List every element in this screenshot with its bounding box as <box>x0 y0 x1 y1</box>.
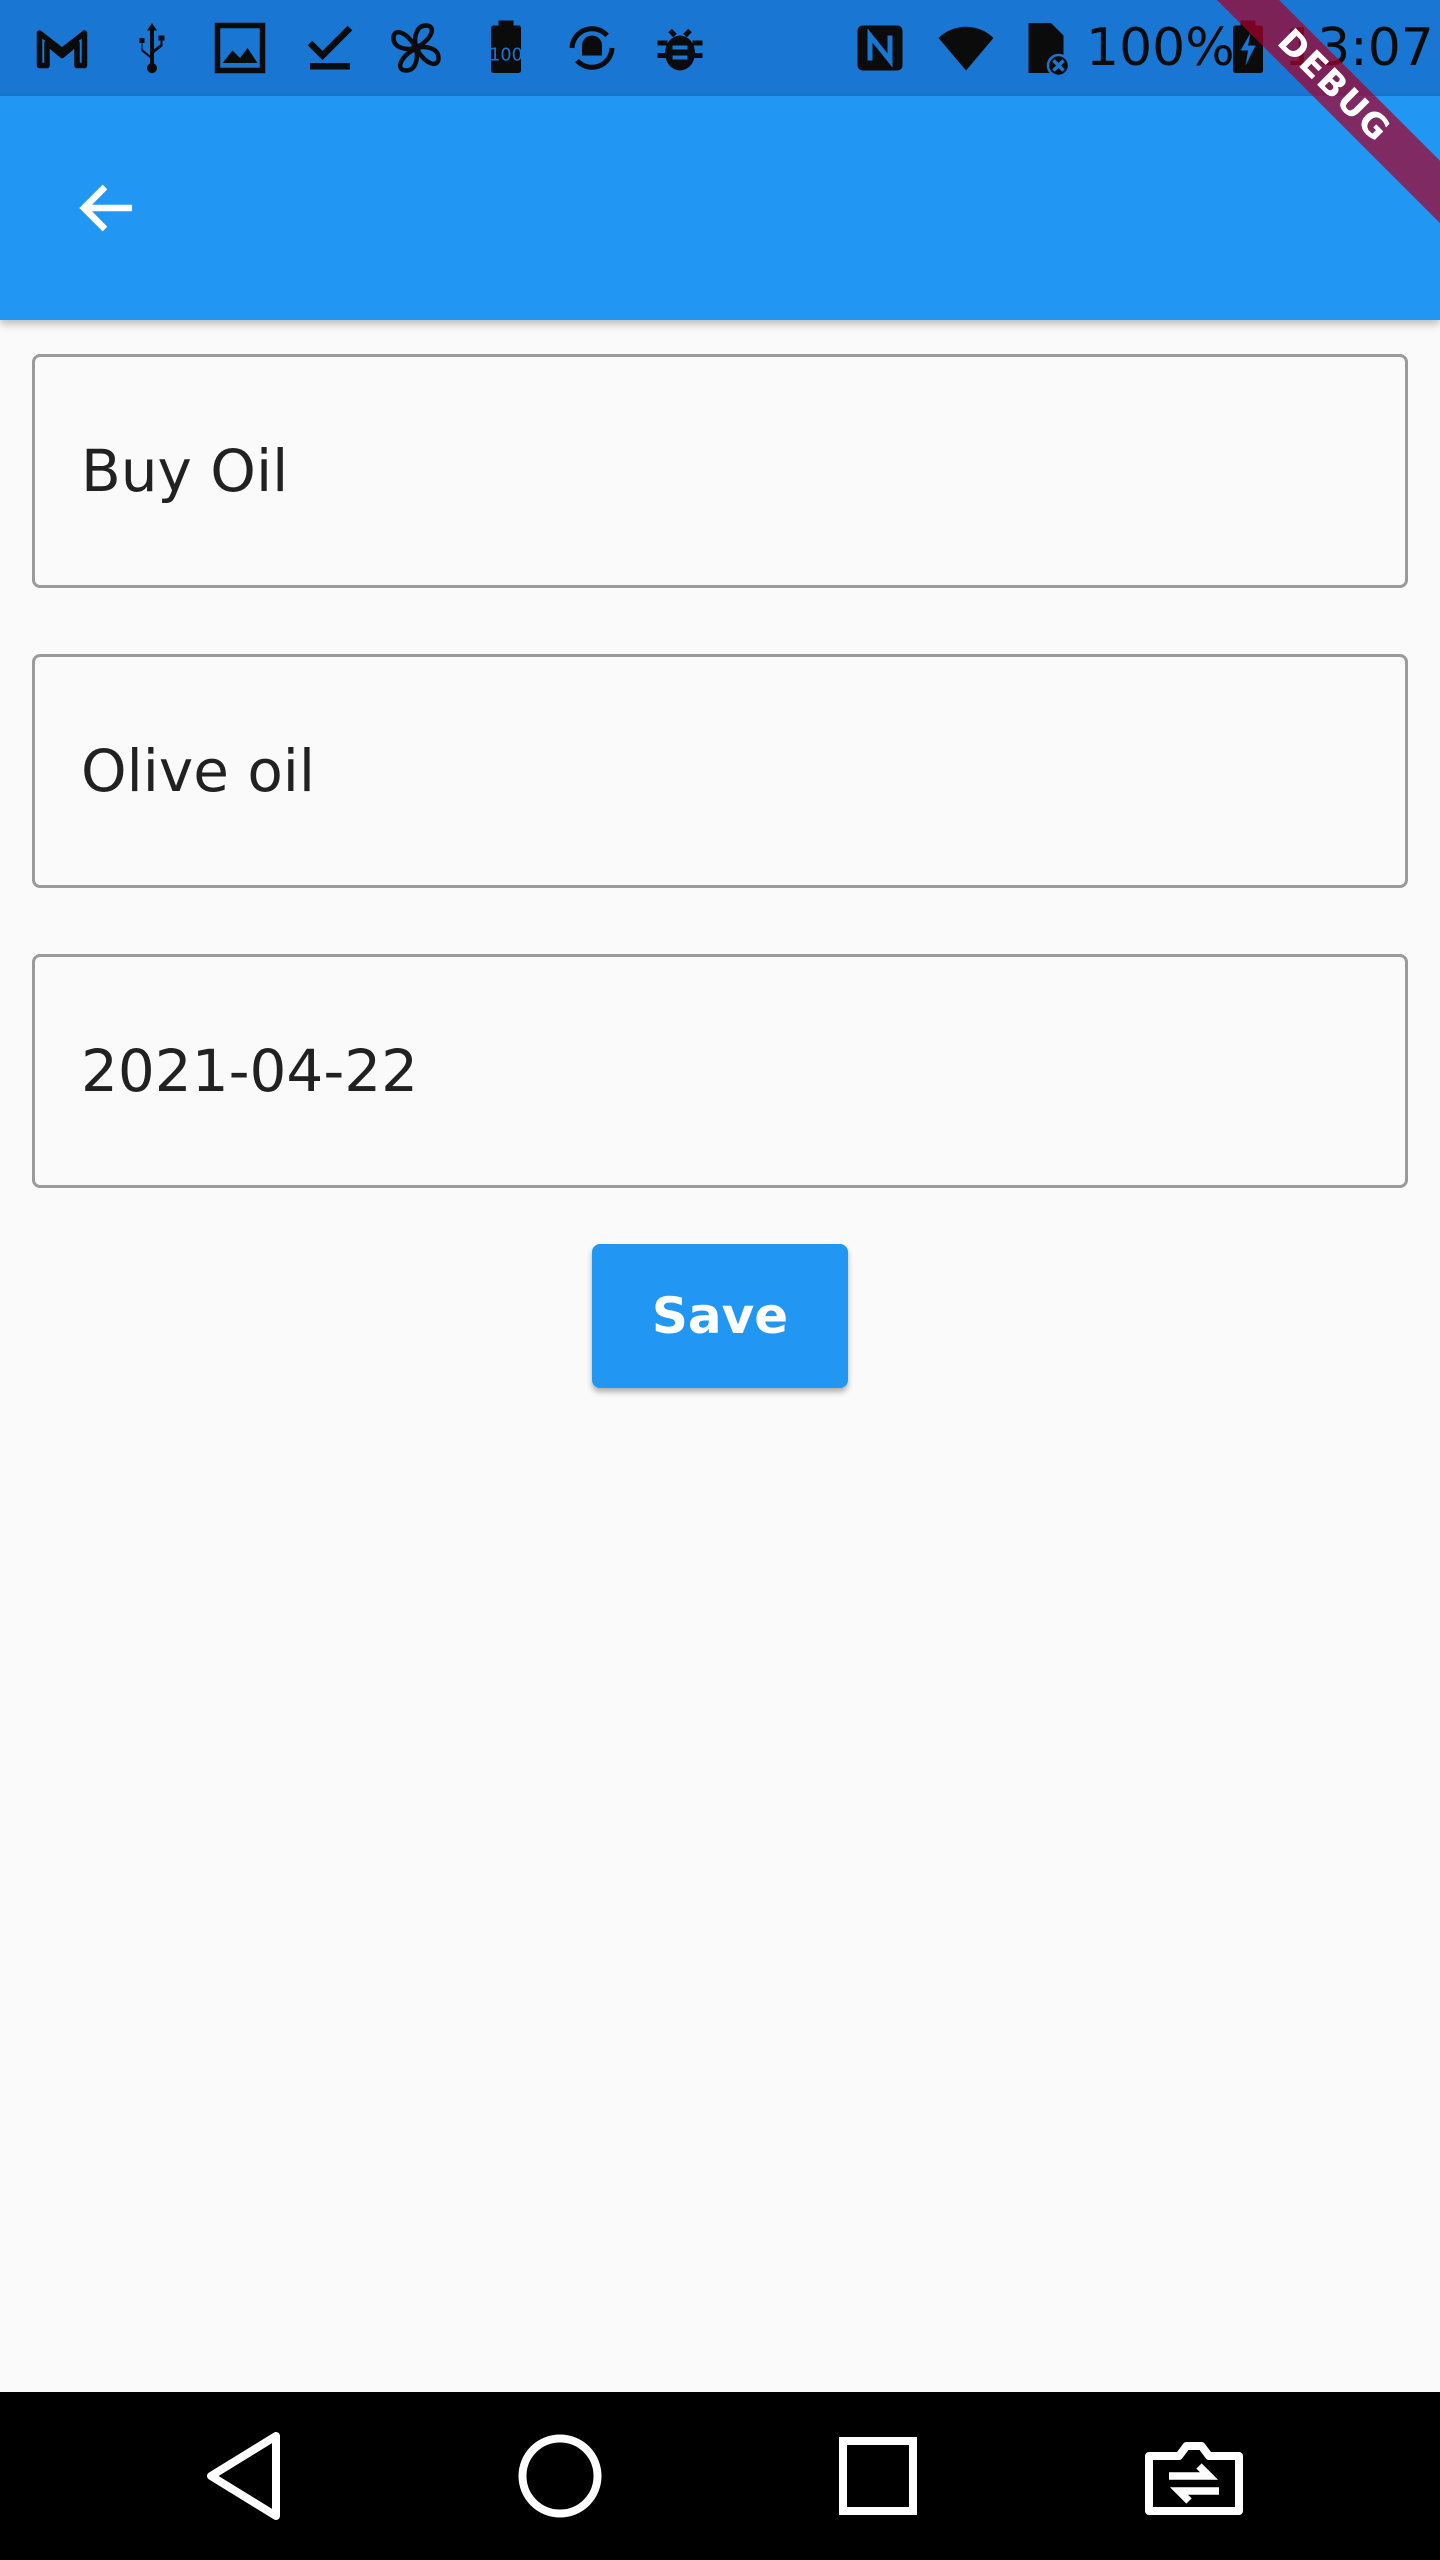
gmail-icon <box>36 30 88 69</box>
wifi-icon <box>938 26 994 71</box>
download-done-icon <box>307 25 353 70</box>
back-triangle-icon[interactable] <box>186 2416 306 2536</box>
switch-camera-icon[interactable] <box>1134 2416 1254 2536</box>
image-icon <box>214 22 266 74</box>
battery-charging-icon <box>1233 20 1263 73</box>
date-input[interactable] <box>81 1037 1405 1105</box>
title-field[interactable] <box>32 354 1408 588</box>
title-input[interactable] <box>81 437 1405 505</box>
usb-icon <box>139 23 165 74</box>
svg-text:100: 100 <box>489 46 522 66</box>
status-bar: 100 100% 13:07 <box>0 0 1440 96</box>
battery-100-icon: 100 <box>489 20 523 73</box>
recents-square-icon[interactable] <box>818 2416 938 2536</box>
pinwheel-icon <box>391 23 441 73</box>
app-bar <box>0 96 1440 320</box>
save-button[interactable]: Save <box>592 1244 848 1388</box>
clock: 13:07 <box>1284 18 1434 78</box>
nfc-icon <box>857 25 903 71</box>
back-button[interactable] <box>48 148 168 268</box>
date-field[interactable] <box>32 954 1408 1188</box>
description-input[interactable] <box>81 737 1405 805</box>
description-field[interactable] <box>32 654 1408 888</box>
android-sync-icon <box>569 26 615 70</box>
bug-icon <box>657 28 703 71</box>
battery-percent: 100% <box>1086 18 1235 78</box>
arrow-back-icon <box>79 184 132 232</box>
home-circle-icon[interactable] <box>500 2416 620 2536</box>
navigation-bar <box>0 2392 1440 2560</box>
sim-off-icon <box>1028 23 1071 78</box>
